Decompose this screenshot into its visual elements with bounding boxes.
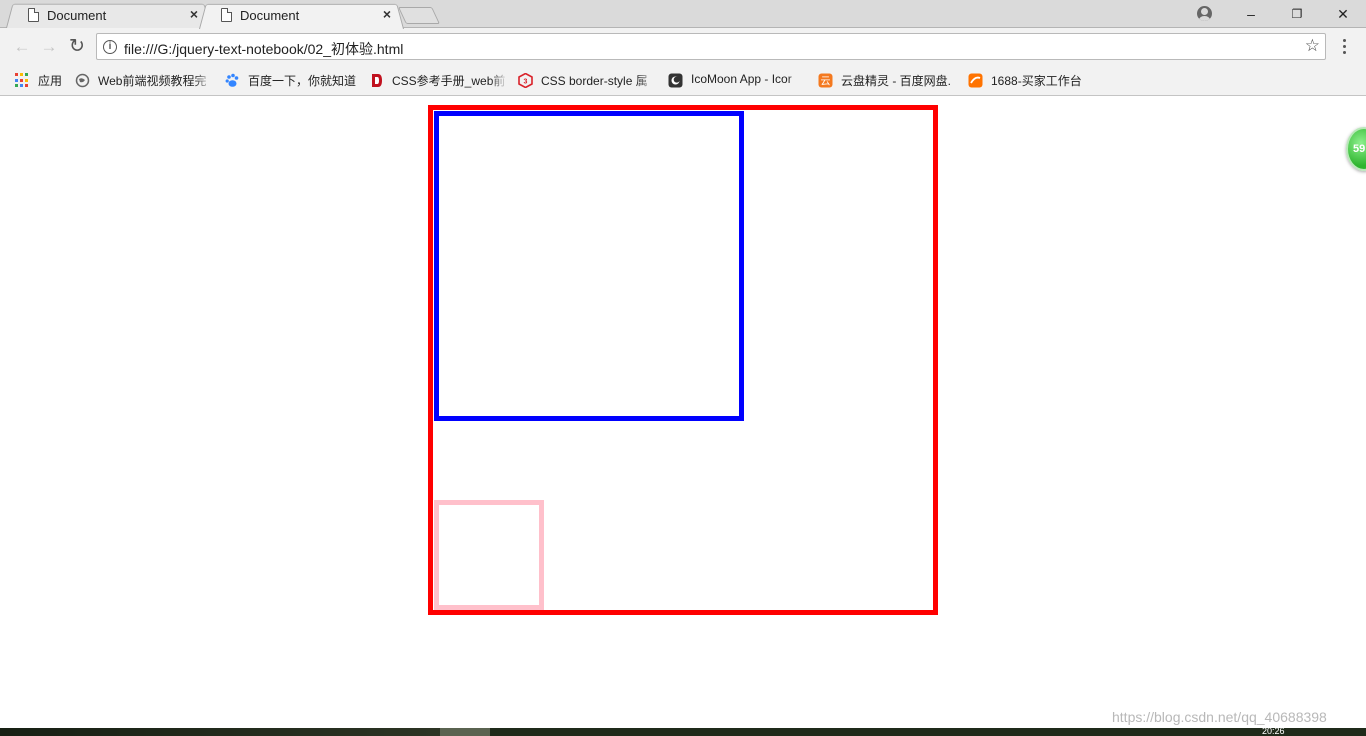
minimize-button[interactable]: – (1228, 0, 1274, 28)
bookmarks-bar: 应用 Web前端视频教程完 百度一下，你就知道 CSS参考手册_web前 3 C… (0, 65, 1366, 96)
bookmark-css-reference[interactable]: CSS参考手册_web前 (369, 72, 508, 89)
bookmark-icomoon[interactable]: IcoMoon App - Icor (668, 72, 805, 89)
tab-document-2[interactable]: Document × (199, 2, 404, 30)
tab-title: Document (47, 8, 107, 23)
outer-red-box (428, 105, 938, 615)
badge-number: 59 (1353, 143, 1366, 155)
css-logo-icon (369, 73, 384, 88)
pink-box (434, 500, 544, 610)
bookmark-label: 云盘精灵 - 百度网盘. (841, 74, 951, 88)
restore-button[interactable]: ❐ (1274, 0, 1320, 28)
blue-box (434, 111, 744, 421)
tab-document-1[interactable]: Document × (6, 2, 211, 28)
back-button[interactable]: ← (11, 36, 33, 58)
reload-button[interactable]: ↻ (66, 36, 88, 58)
site-info-icon[interactable]: i (103, 40, 117, 54)
bookmark-label: 应用 (38, 74, 63, 88)
bookmark-border-style[interactable]: 3 CSS border-style 属 (518, 72, 655, 89)
bookmark-label: 百度一下，你就知道 (248, 74, 357, 88)
bookmark-1688[interactable]: 1688-买家工作台 (968, 72, 1088, 89)
url-text[interactable]: file:///G:/jquery-text-notebook/02_初体验.h… (124, 39, 403, 59)
baidu-paw-icon (225, 73, 240, 88)
w3-logo-icon: 3 (518, 72, 533, 89)
document-icon (221, 8, 232, 22)
close-tab-icon[interactable]: × (380, 7, 394, 21)
forward-button[interactable]: → (38, 36, 60, 58)
tab-strip: Document × Document × – ❐ ✕ (0, 0, 1366, 30)
1688-icon (968, 73, 983, 88)
profile-icon[interactable] (1197, 6, 1212, 21)
page-viewport (0, 97, 1366, 728)
svg-text:云: 云 (821, 77, 831, 88)
address-bar[interactable]: i file:///G:/jquery-text-notebook/02_初体验… (96, 33, 1326, 60)
bookmark-star-icon[interactable]: ☆ (1305, 36, 1320, 56)
bookmark-label: Web前端视频教程完 (98, 74, 207, 88)
new-tab-button[interactable] (398, 7, 440, 24)
taskbar-clock: 20:26 (1262, 726, 1285, 736)
browser-toolbar: ← → ↻ i file:///G:/jquery-text-notebook/… (0, 28, 1366, 65)
bookmark-apps[interactable]: 应用 (15, 72, 67, 89)
document-icon (28, 8, 39, 22)
apps-grid-icon (15, 73, 30, 88)
bookmark-cloud-disk[interactable]: 云 云盘精灵 - 百度网盘. (818, 72, 957, 89)
globe-icon (75, 73, 90, 88)
taskbar-active-item[interactable] (440, 728, 490, 736)
bookmark-baidu[interactable]: 百度一下，你就知道 (225, 72, 360, 89)
browser-menu-icon[interactable] (1336, 37, 1352, 57)
watermark-text: https://blog.csdn.net/qq_40688398 (1112, 709, 1327, 725)
cloud-disk-icon: 云 (818, 73, 833, 88)
os-taskbar: 20:26 (0, 726, 1366, 736)
bookmark-label: IcoMoon App - Icor (691, 72, 792, 86)
svg-text:3: 3 (524, 79, 528, 86)
tab-title: Document (240, 8, 300, 23)
close-window-button[interactable]: ✕ (1320, 0, 1366, 28)
icomoon-icon (668, 73, 683, 88)
bookmark-label: 1688-买家工作台 (991, 74, 1082, 88)
bookmark-web-video[interactable]: Web前端视频教程完 (75, 72, 212, 89)
bookmark-label: CSS border-style 属 (541, 74, 648, 88)
bookmark-label: CSS参考手册_web前 (392, 74, 506, 88)
